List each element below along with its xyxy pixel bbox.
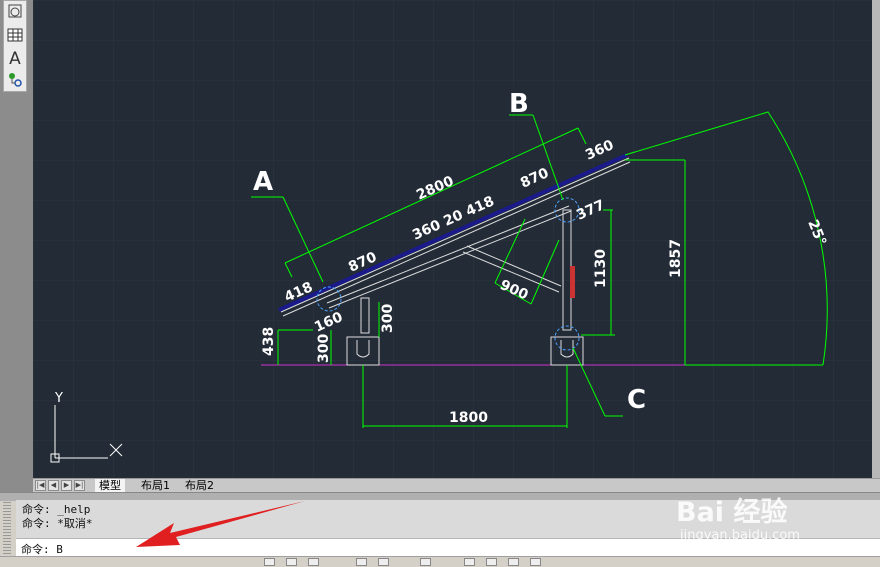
command-prompt: 命令: B xyxy=(21,543,63,556)
dim-1800: 1800 xyxy=(449,410,488,426)
label-b: B xyxy=(509,89,529,119)
osnap-toggle[interactable] xyxy=(378,558,389,566)
ducs-toggle[interactable] xyxy=(464,558,475,566)
first-tab-button[interactable]: |◀ xyxy=(35,480,46,491)
tab-layout2[interactable]: 布局2 xyxy=(181,479,218,493)
text-icon[interactable]: A xyxy=(5,49,25,69)
dim-1857: 1857 xyxy=(668,239,684,278)
brace-clamp xyxy=(570,266,575,298)
dim-1130: 1130 xyxy=(593,249,609,288)
lwt-toggle[interactable] xyxy=(508,558,519,566)
dim-300-outer: 300 xyxy=(316,334,332,363)
ucs-y-label: Y xyxy=(54,391,63,406)
attribute-icon[interactable] xyxy=(5,69,25,89)
command-window-grip[interactable] xyxy=(3,502,11,554)
otrack-toggle[interactable] xyxy=(420,558,431,566)
dim-300-inner: 300 xyxy=(380,304,396,333)
last-tab-button[interactable]: ▶| xyxy=(74,480,85,491)
watermark-url: jingyan.baidu.com xyxy=(680,528,800,543)
watermark-logo: Bai 经验 xyxy=(676,497,788,528)
status-bar xyxy=(0,556,880,567)
tab-model[interactable]: 模型 xyxy=(95,479,125,493)
command-history-line: 命令: *取消* xyxy=(22,517,93,530)
canvas-right-edge xyxy=(872,0,880,478)
drawing-canvas[interactable]: Y A B C 2800 870 360 870 360 20 418 418 … xyxy=(33,0,880,478)
dim-438: 438 xyxy=(261,327,277,356)
next-tab-button[interactable]: ▶ xyxy=(61,480,72,491)
snap-toggle[interactable] xyxy=(264,558,275,566)
draw-toolbar: A xyxy=(3,0,27,92)
prev-tab-button[interactable]: ◀ xyxy=(48,480,59,491)
tab-layout1[interactable]: 布局1 xyxy=(137,479,174,493)
circle-tool-icon[interactable] xyxy=(5,1,25,21)
table-icon[interactable] xyxy=(5,25,25,45)
model-toggle[interactable] xyxy=(530,558,541,566)
ortho-toggle[interactable] xyxy=(308,558,319,566)
polar-toggle[interactable] xyxy=(356,558,367,566)
label-c: C xyxy=(627,385,646,415)
label-a: A xyxy=(253,167,273,197)
drawing-svg: Y A B C 2800 870 360 870 360 20 418 418 … xyxy=(33,0,880,478)
grid-toggle[interactable] xyxy=(286,558,297,566)
red-arrow-annotation xyxy=(136,501,305,547)
dyn-toggle[interactable] xyxy=(486,558,497,566)
